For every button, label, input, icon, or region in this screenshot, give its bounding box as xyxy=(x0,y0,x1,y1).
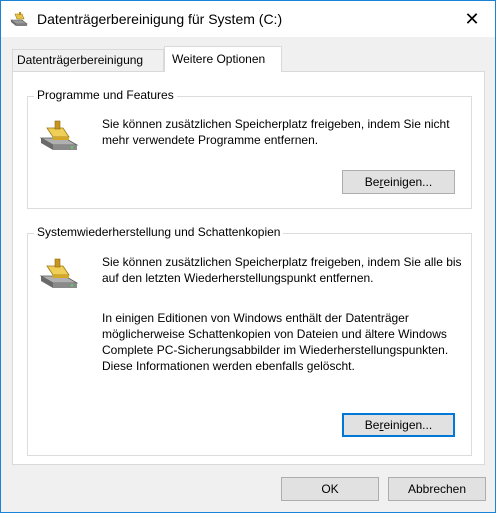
close-icon: ✕ xyxy=(464,9,480,29)
tab-more-options[interactable]: Weitere Optionen xyxy=(164,46,282,72)
programs-group-title: Programme und Features xyxy=(34,88,177,102)
cancel-button[interactable]: Abbrechen xyxy=(388,477,486,501)
button-label-end: einigen... xyxy=(383,175,433,189)
window-title: Datenträgerbereinigung für System (C:) xyxy=(37,11,283,27)
programs-cleanup-button[interactable]: Bereinigen... xyxy=(342,170,455,194)
programs-description: Sie können zusätzlichen Speicherplatz fr… xyxy=(102,117,450,147)
button-label-start: Be xyxy=(364,418,380,432)
restore-cleanup-button[interactable]: Bereinigen... xyxy=(342,413,455,437)
dialog-window: Datenträgerbereinigung für System (C:) ✕… xyxy=(0,0,496,513)
button-label-end: einigen... xyxy=(383,418,433,432)
restore-group-title: Systemwiederherstellung und Schattenkopi… xyxy=(34,225,284,239)
tab-label: Datenträgerbereinigung xyxy=(17,53,144,67)
button-label-start: Be xyxy=(364,175,380,189)
drive-cleanup-icon xyxy=(39,120,79,150)
tab-label: Weitere Optionen xyxy=(172,52,266,66)
tab-disk-cleanup[interactable]: Datenträgerbereinigung xyxy=(12,49,164,71)
tab-panel: Programme und Features Sie können zusätz… xyxy=(12,71,485,465)
restore-note: In einigen Editionen von Windows enthält… xyxy=(102,311,449,373)
ok-button[interactable]: OK xyxy=(281,477,379,501)
disk-cleanup-icon xyxy=(10,12,28,26)
title-bar: Datenträgerbereinigung für System (C:) ✕ xyxy=(1,1,495,37)
restore-description: Sie können zusätzlichen Speicherplatz fr… xyxy=(102,255,462,285)
drive-cleanup-icon xyxy=(39,258,79,288)
close-button[interactable]: ✕ xyxy=(449,1,495,37)
